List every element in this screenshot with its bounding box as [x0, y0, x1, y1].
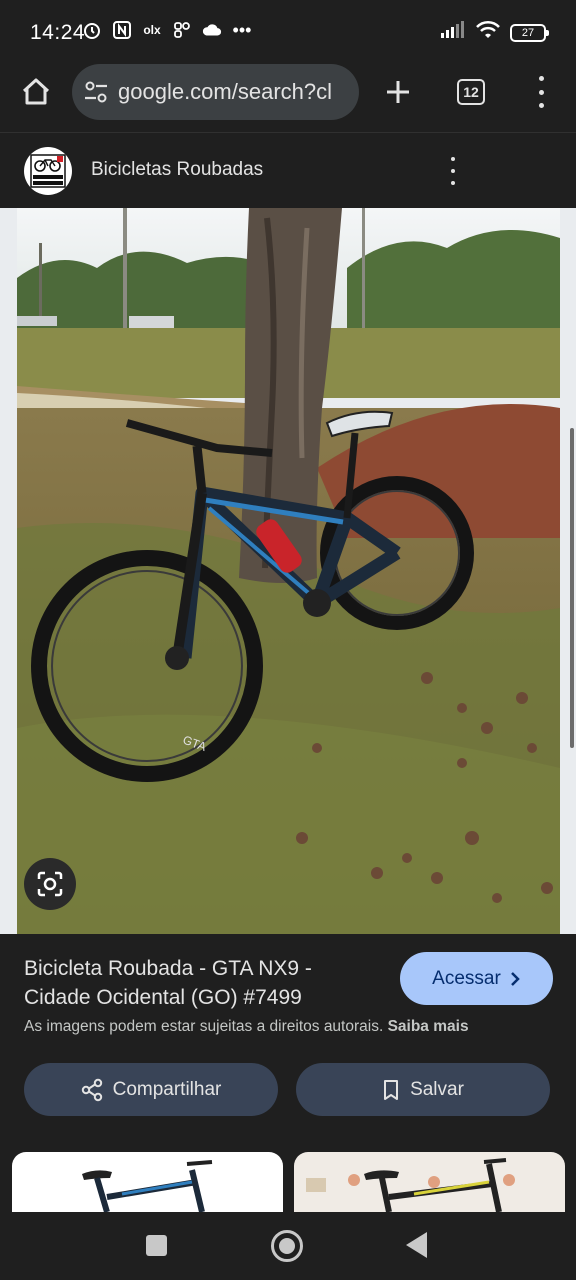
related-image-1[interactable] — [12, 1152, 283, 1212]
result-title[interactable]: Bicicleta Roubada - GTA NX9 - Cidade Oci… — [24, 954, 384, 1012]
result-info-panel: Bicicleta Roubada - GTA NX9 - Cidade Oci… — [0, 934, 576, 1212]
battery-icon: 27 — [510, 23, 549, 42]
status-bar: 14:24 olx ••• 27 — [0, 0, 576, 62]
chevron-right-icon — [510, 971, 520, 986]
menu-dot — [451, 169, 455, 173]
wifi-icon — [476, 20, 500, 45]
related-image-2[interactable] — [294, 1152, 565, 1212]
copyright-notice: As imagens podem estar sujeitas a direit… — [24, 1018, 469, 1036]
bicycle-image: GTA — [17, 208, 560, 934]
nfc-icon — [112, 20, 132, 40]
copyright-text: As imagens podem estar sujeitas a direit… — [24, 1018, 384, 1035]
home-nav-button[interactable] — [271, 1230, 303, 1262]
notification-icons: olx ••• — [82, 20, 252, 40]
bookmark-icon — [384, 1079, 399, 1100]
image-viewer: GTA — [0, 208, 576, 934]
bicycle-logo-icon — [30, 154, 66, 188]
battery-level: 27 — [521, 26, 535, 39]
more-dots-icon: ••• — [232, 19, 252, 40]
tab-count: 12 — [463, 84, 479, 100]
site-name[interactable]: Bicicletas Roubadas — [91, 159, 263, 181]
lens-icon — [37, 871, 63, 897]
save-label: Salvar — [410, 1078, 464, 1100]
save-button[interactable]: Salvar — [296, 1063, 550, 1116]
site-more-button[interactable] — [448, 157, 458, 185]
system-nav-bar — [0, 1212, 576, 1280]
related-bike-image — [82, 1160, 213, 1212]
site-logo[interactable] — [24, 147, 72, 195]
olx-icon: olx — [143, 23, 161, 37]
related-bike-image — [306, 1158, 515, 1212]
browser-toolbar: google.com/search?cl 12 — [0, 62, 576, 132]
url-text: google.com/search?cl — [118, 79, 333, 104]
back-button[interactable] — [406, 1232, 427, 1258]
menu-dot — [451, 181, 455, 185]
share-button[interactable]: Compartilhar — [24, 1063, 278, 1116]
visit-label: Acessar — [432, 967, 501, 989]
bicycle-photo[interactable]: GTA — [17, 208, 560, 934]
home-icon — [22, 78, 50, 105]
site-settings-icon[interactable] — [82, 78, 110, 106]
site-header: Bicicletas Roubadas — [0, 132, 576, 208]
alarm-icon — [82, 20, 102, 40]
visit-button[interactable]: Acessar — [400, 952, 553, 1005]
tab-switcher-button[interactable]: 12 — [457, 79, 485, 105]
home-button[interactable] — [18, 74, 54, 110]
browser-menu-button[interactable] — [530, 76, 552, 108]
share-label: Compartilhar — [112, 1078, 222, 1100]
menu-dot — [538, 103, 544, 108]
status-time: 14:24 — [30, 21, 86, 44]
menu-dot — [538, 89, 544, 95]
recents-button[interactable] — [146, 1235, 167, 1256]
plus-icon — [387, 81, 409, 103]
scrollbar[interactable] — [570, 428, 574, 748]
new-tab-button[interactable] — [382, 76, 414, 108]
app-icon — [172, 20, 192, 40]
learn-more-link[interactable]: Saiba mais — [388, 1018, 469, 1035]
cloud-icon — [202, 20, 222, 40]
signal-icon — [440, 21, 466, 44]
menu-dot — [538, 76, 544, 81]
menu-dot — [451, 157, 455, 161]
system-icons: 27 — [440, 20, 549, 45]
share-icon — [81, 1078, 102, 1101]
url-bar[interactable]: google.com/search?cl — [72, 64, 359, 120]
google-lens-button[interactable] — [24, 858, 76, 910]
